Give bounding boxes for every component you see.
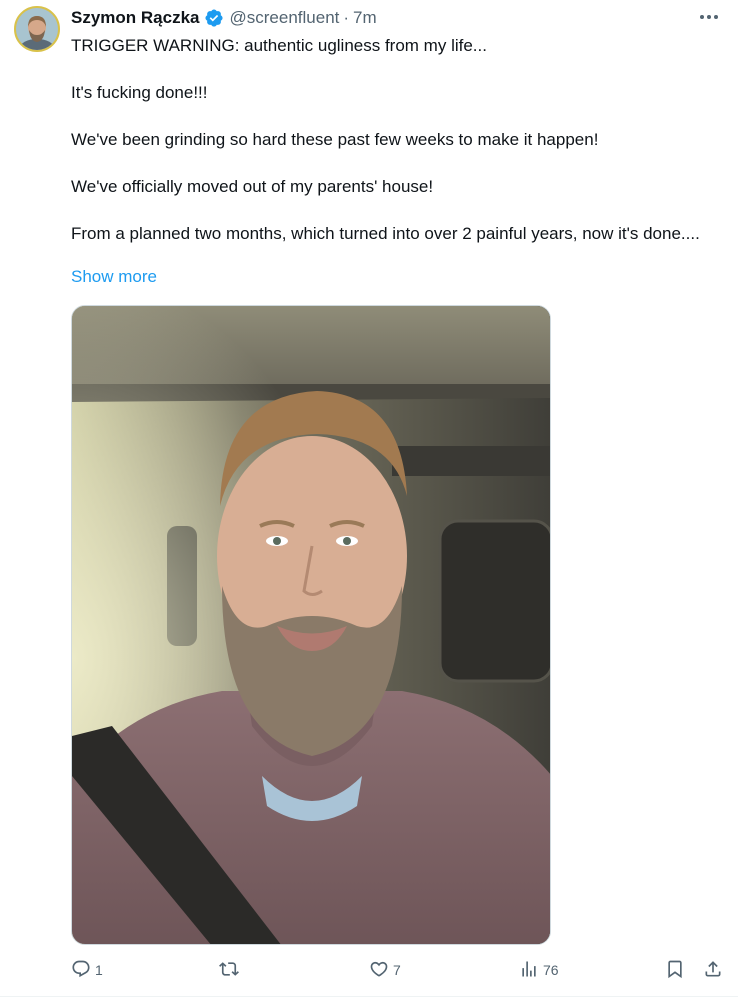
tweet-photo[interactable] xyxy=(71,305,551,945)
header-separator: · xyxy=(343,8,350,27)
avatar-image xyxy=(16,8,58,50)
tweet-paragraph: It's fucking done!!! xyxy=(71,83,208,102)
tweet-paragraph: We've been grinding so hard these past f… xyxy=(71,130,599,149)
tweet-paragraph: TRIGGER WARNING: authentic ugliness from… xyxy=(71,36,487,55)
bookmark-icon xyxy=(665,959,685,982)
tweet-paragraph: We've officially moved out of my parents… xyxy=(71,177,434,196)
like-button[interactable]: 7 xyxy=(369,955,401,985)
repost-icon xyxy=(219,959,239,982)
reply-icon xyxy=(71,959,91,982)
show-more-link[interactable]: Show more xyxy=(71,267,157,287)
action-bar: 1 7 76 xyxy=(71,955,731,985)
reply-button[interactable]: 1 xyxy=(71,955,103,985)
avatar[interactable] xyxy=(14,6,60,52)
like-icon xyxy=(369,959,389,982)
tweet-paragraph: From a planned two months, which turned … xyxy=(71,224,700,243)
like-count: 7 xyxy=(393,962,401,978)
views-button[interactable]: 76 xyxy=(519,955,559,985)
reply-count: 1 xyxy=(95,962,103,978)
repost-button[interactable] xyxy=(219,955,243,985)
share-icon xyxy=(703,959,723,982)
more-dots-icon[interactable] xyxy=(696,6,722,28)
tweet-card[interactable]: Szymon Rączka @screenfluent · 7m TRIGGER… xyxy=(0,0,738,1000)
bookmark-button[interactable] xyxy=(665,955,685,985)
views-icon xyxy=(519,959,539,982)
selfie-photo xyxy=(72,306,550,944)
share-button[interactable] xyxy=(703,955,723,985)
author-handle[interactable]: @screenfluent xyxy=(230,8,340,28)
tweet-text: TRIGGER WARNING: authentic ugliness from… xyxy=(71,34,701,246)
tweet-divider xyxy=(0,996,738,997)
tweet-timestamp[interactable]: 7m xyxy=(353,8,377,28)
tweet-header: Szymon Rączka @screenfluent · 7m xyxy=(71,6,377,30)
verified-badge-icon xyxy=(204,8,224,28)
views-count: 76 xyxy=(543,962,559,978)
author-name[interactable]: Szymon Rączka xyxy=(71,8,200,28)
